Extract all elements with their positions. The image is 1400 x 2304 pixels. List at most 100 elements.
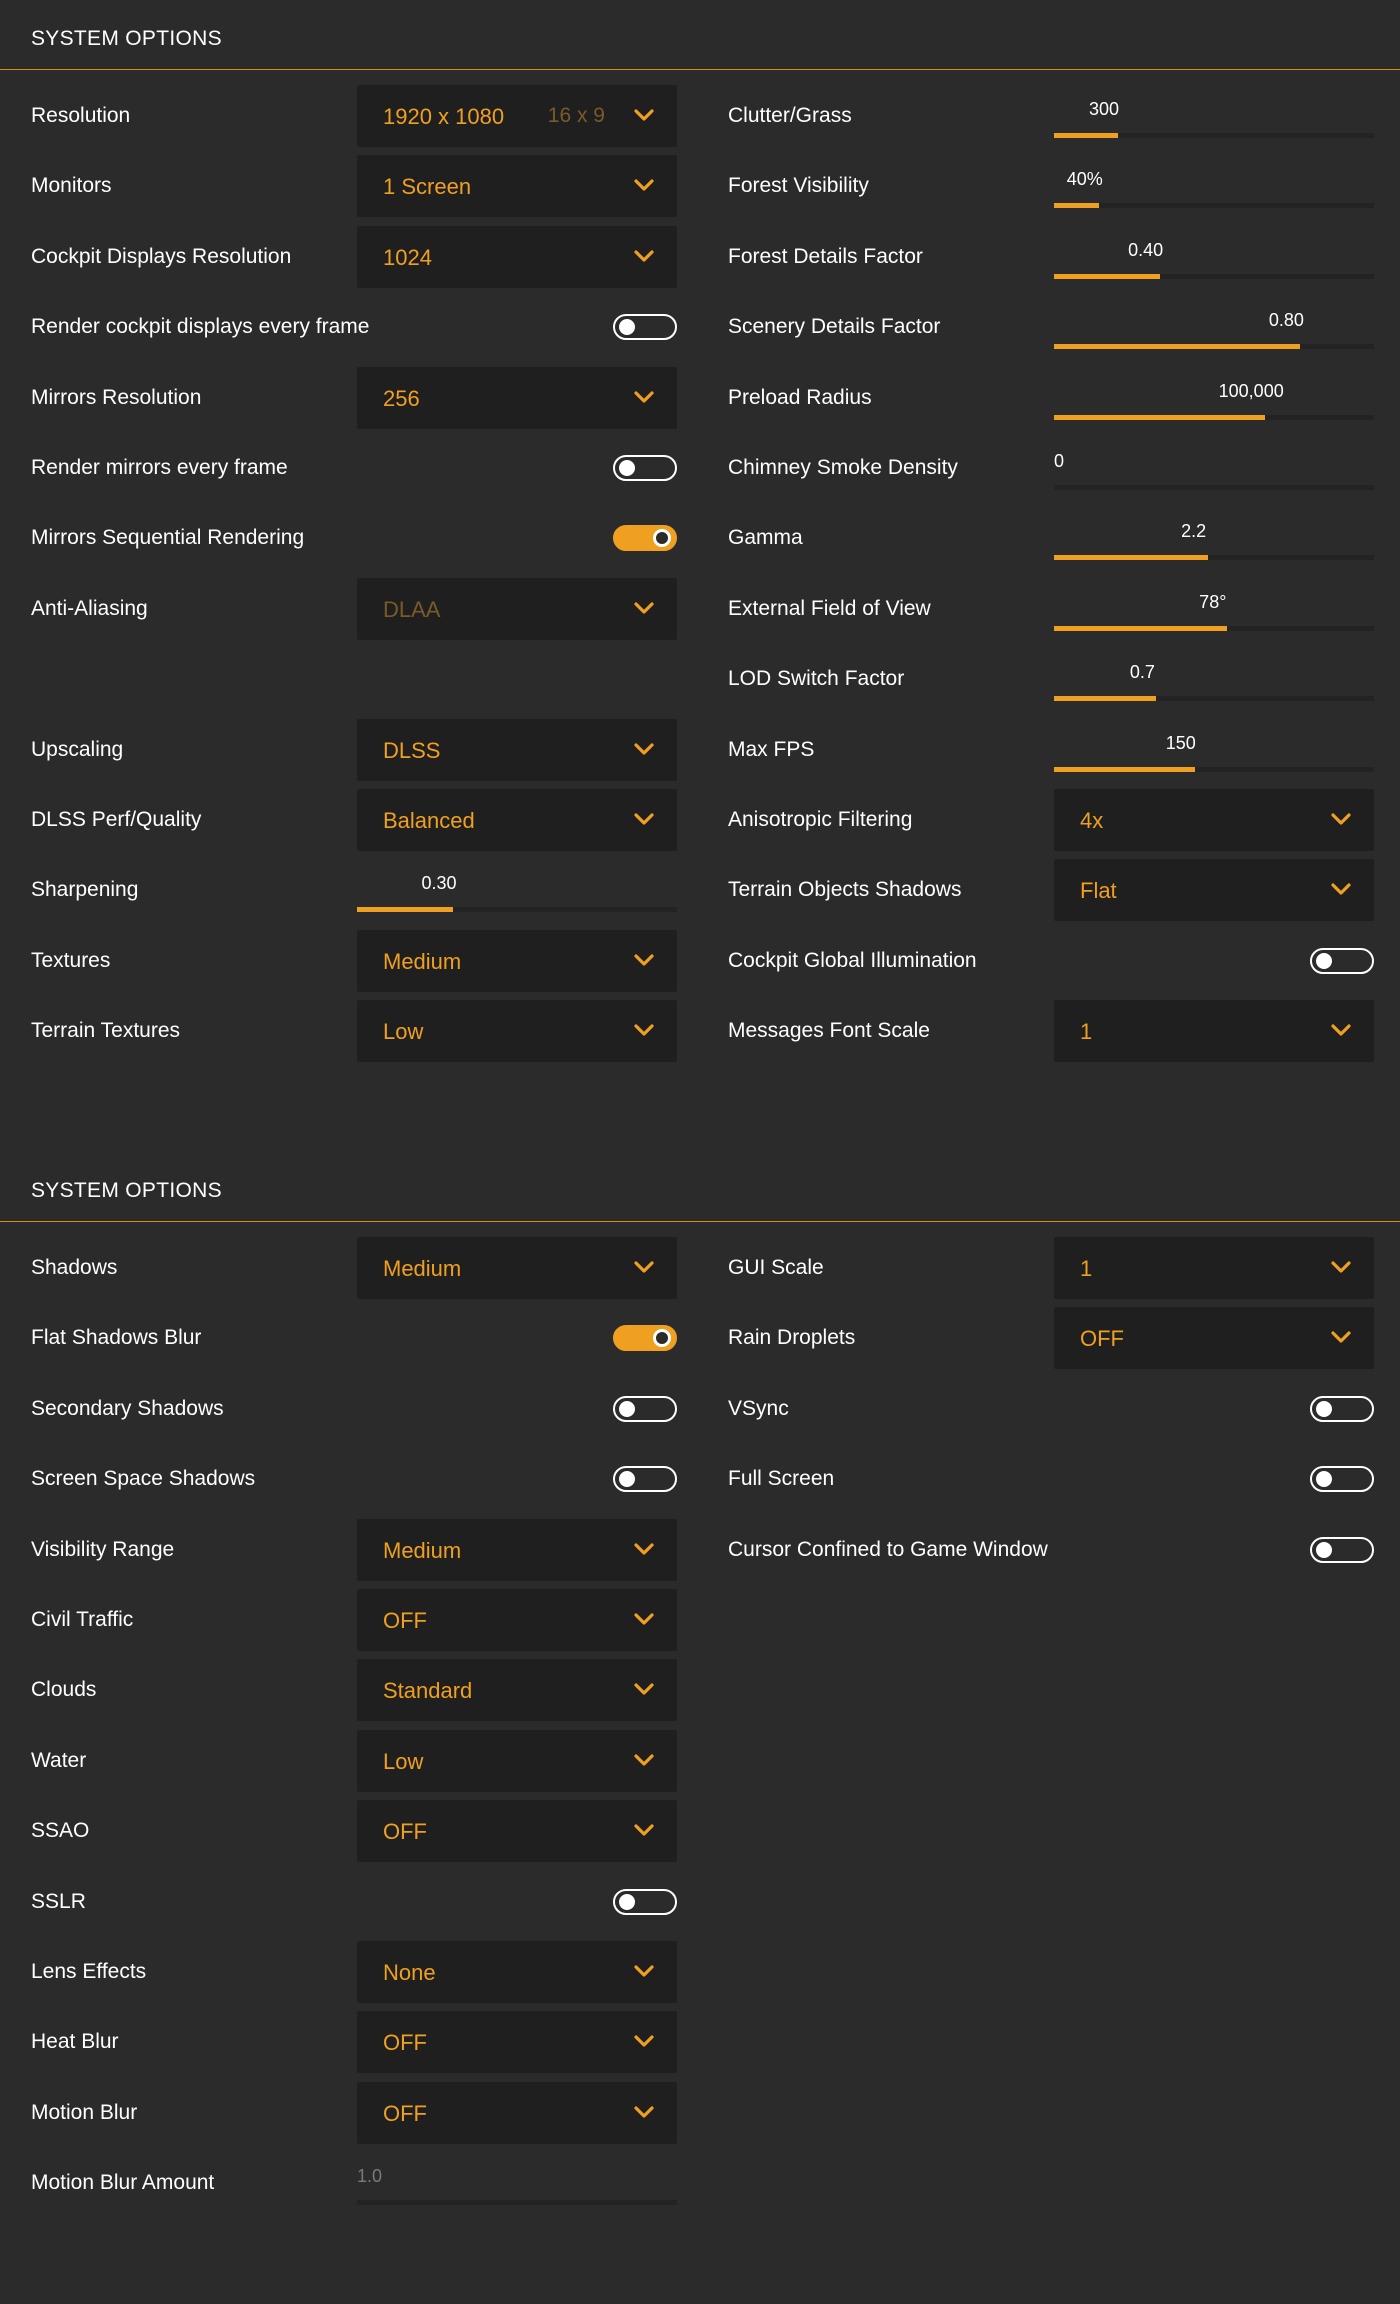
chimney-smoke-density-slider[interactable]: 0 xyxy=(1054,437,1374,499)
cockpit-global-illumination-toggle[interactable] xyxy=(1310,947,1374,974)
setting-label: Heat Blur xyxy=(31,2030,119,2054)
slider-value: 2.2 xyxy=(1181,521,1207,542)
slider-track xyxy=(1054,133,1374,138)
lens-effects-dropdown[interactable]: None xyxy=(357,1941,677,2003)
setting-label: LOD Switch Factor xyxy=(728,667,905,691)
slider-value: 100,000 xyxy=(1218,380,1284,401)
clutter-grass-slider[interactable]: 300 xyxy=(1054,85,1374,147)
setting-row-rain-droplets: Rain Droplets OFF xyxy=(0,1307,1400,1370)
setting-label: Forest Visibility xyxy=(728,174,869,198)
clouds-dropdown[interactable]: Standard xyxy=(357,1659,677,1722)
toggle-knob xyxy=(619,1893,635,1910)
dropdown-value: Standard xyxy=(383,1678,473,1704)
slider-fill xyxy=(1054,273,1160,279)
scenery-details-factor-slider[interactable]: 0.80 xyxy=(1054,296,1374,358)
setting-row-cursor-confined-to-game-window: Cursor Confined to Game Window xyxy=(0,1519,1400,1581)
lod-switch-factor-slider[interactable]: 0.7 xyxy=(1054,648,1374,710)
setting-label: Rain Droplets xyxy=(728,1326,856,1350)
setting-row-gui-scale: GUI Scale 1 xyxy=(0,1237,1400,1299)
setting-label: Clouds xyxy=(31,1678,97,1702)
full-screen-toggle[interactable] xyxy=(1310,1466,1374,1493)
slider-fill xyxy=(1054,133,1118,138)
dropdown-value: None xyxy=(383,1960,436,1985)
setting-label: Preload Radius xyxy=(728,385,872,409)
external-field-of-view-slider[interactable]: 78° xyxy=(1054,578,1374,640)
setting-row-forest-visibility: Forest Visibility 40% xyxy=(0,155,1400,217)
slider-fill xyxy=(1054,696,1157,702)
setting-label: Motion Blur Amount xyxy=(31,2171,215,2195)
setting-label: Forest Details Factor xyxy=(728,244,923,268)
dropdown-value: OFF xyxy=(383,2030,427,2056)
vsync-toggle[interactable] xyxy=(1310,1395,1374,1422)
slider-value: 78° xyxy=(1199,591,1227,612)
anisotropic-filtering-dropdown[interactable]: 4x xyxy=(1054,789,1374,851)
heat-blur-dropdown[interactable]: OFF xyxy=(357,2011,677,2074)
motion-blur-amount-slider: 1.0 xyxy=(357,2152,677,2214)
chevron-down-icon xyxy=(633,1960,655,1982)
setting-label: SSAO xyxy=(31,1819,90,1843)
setting-row-clouds: Clouds Standard xyxy=(0,1659,1400,1722)
section-title: SYSTEM OPTIONS xyxy=(31,27,222,50)
preload-radius-slider[interactable]: 100,000 xyxy=(1054,367,1374,429)
setting-label: Cockpit Global Illumination xyxy=(728,948,977,972)
slider-fill xyxy=(1054,344,1301,350)
ssao-dropdown[interactable]: OFF xyxy=(357,1800,677,1863)
slider-fill xyxy=(1054,625,1227,631)
setting-row-anisotropic-filtering: Anisotropic Filtering 4x xyxy=(0,789,1400,851)
slider-value: 0 xyxy=(1054,451,1065,471)
messages-font-scale-dropdown[interactable]: 1 xyxy=(1054,1000,1374,1063)
slider-fill xyxy=(1054,766,1195,772)
forest-details-factor-slider[interactable]: 0.40 xyxy=(1054,226,1374,288)
slider-fill xyxy=(1054,203,1099,209)
setting-row-chimney-smoke-density: Chimney Smoke Density 0 xyxy=(0,437,1400,499)
setting-label: Civil Traffic xyxy=(31,1608,134,1631)
civil-traffic-dropdown[interactable]: OFF xyxy=(357,1589,677,1651)
setting-row-lod-switch-factor: LOD Switch Factor 0.7 xyxy=(0,648,1400,710)
chevron-down-icon xyxy=(1330,1019,1352,1041)
dropdown-value: 1 xyxy=(1080,1019,1093,1045)
slider-track xyxy=(1054,344,1374,350)
slider-value: 0.80 xyxy=(1268,310,1304,331)
setting-label: VSync xyxy=(728,1396,789,1420)
water-dropdown[interactable]: Low xyxy=(357,1729,677,1792)
slider-value: 300 xyxy=(1088,99,1120,119)
setting-row-external-field-of-view: External Field of View 78° xyxy=(0,578,1400,640)
motion-blur-dropdown[interactable]: OFF xyxy=(357,2081,677,2144)
setting-label: Lens Effects xyxy=(31,1960,147,1983)
dropdown-value: 4x xyxy=(1080,808,1104,833)
setting-label: Messages Font Scale xyxy=(728,1019,930,1043)
slider-track xyxy=(357,2200,677,2206)
setting-label: Clutter/Grass xyxy=(728,104,852,127)
setting-row-full-screen: Full Screen xyxy=(0,1448,1400,1510)
rain-droplets-dropdown[interactable]: OFF xyxy=(1054,1307,1374,1370)
gui-scale-dropdown[interactable]: 1 xyxy=(1054,1237,1374,1299)
forest-visibility-slider[interactable]: 40% xyxy=(1054,155,1374,217)
slider-track xyxy=(1054,766,1374,772)
setting-row-preload-radius: Preload Radius 100,000 xyxy=(0,367,1400,429)
slider-value: 40% xyxy=(1066,169,1103,190)
setting-label: Full Screen xyxy=(728,1467,835,1491)
setting-row-heat-blur: Heat Blur OFF xyxy=(0,2011,1400,2074)
setting-row-terrain-objects-shadows: Terrain Objects Shadows Flat xyxy=(0,859,1400,922)
setting-row-ssao: SSAO OFF xyxy=(0,1800,1400,1863)
setting-label: Chimney Smoke Density xyxy=(728,456,958,479)
max-fps-slider[interactable]: 150 xyxy=(1054,719,1374,781)
chevron-down-icon xyxy=(633,2030,655,2052)
setting-row-lens-effects: Lens Effects None xyxy=(0,1941,1400,2003)
setting-label: Scenery Details Factor xyxy=(728,315,941,339)
dropdown-value: OFF xyxy=(383,2100,427,2126)
slider-track xyxy=(1054,625,1374,631)
setting-row-max-fps: Max FPS 150 xyxy=(0,719,1400,781)
dropdown-value: OFF xyxy=(383,1819,427,1845)
gamma-slider[interactable]: 2.2 xyxy=(1054,507,1374,569)
terrain-objects-shadows-dropdown[interactable]: Flat xyxy=(1054,859,1374,922)
sslr-toggle[interactable] xyxy=(613,1888,677,1915)
setting-row-clutter-grass: Clutter/Grass 300 xyxy=(0,85,1400,147)
dropdown-value: 1 xyxy=(1080,1256,1093,1281)
cursor-confined-to-game-window-toggle[interactable] xyxy=(1310,1536,1374,1563)
setting-label: Cursor Confined to Game Window xyxy=(728,1537,1048,1561)
slider-track xyxy=(1054,414,1374,420)
section-header: SYSTEM OPTIONS xyxy=(0,1152,1400,1222)
setting-row-scenery-details-factor: Scenery Details Factor 0.80 xyxy=(0,296,1400,358)
chevron-down-icon xyxy=(633,1678,655,1700)
